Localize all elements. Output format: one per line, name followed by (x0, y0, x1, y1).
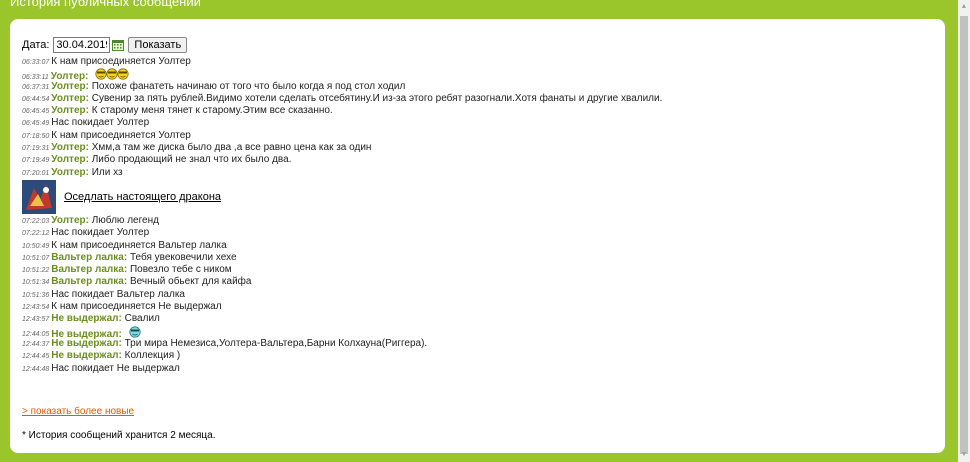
message-row: 07:18:50 К нам присоединяется Уолтер (22, 130, 922, 142)
page-title: История публичных сообщений (10, 0, 201, 9)
message-text: К нам присоединяется Уолтер (51, 129, 191, 141)
message-text: К нам присоединяется Уолтер (51, 56, 191, 67)
message-text: Нас покидает Уолтер (51, 227, 150, 239)
message-time: 12:44:37 (22, 340, 50, 348)
message-time: 12:43:54 (22, 304, 50, 312)
message-time: 10:51:22 (22, 267, 50, 275)
date-filter: Дата: Показать (22, 37, 188, 53)
message-text: Коллекция ) (124, 350, 181, 362)
message-row: 10:51:34 Вальтер лалка: Вечный обьект для… (22, 276, 922, 288)
scroll-thumb[interactable] (960, 16, 968, 454)
retention-note: * История сообщений хранится 2 месяца. (22, 430, 216, 441)
message-row: 12:44:37 Не выдержал: Три мира Немезиса,У… (22, 338, 922, 350)
message-author[interactable]: Уолтер: (51, 154, 89, 165)
message-time: 06:33:07 (22, 59, 50, 66)
message-row: 07:19:31 Уолтер: Хмм,а там же диска было … (22, 142, 922, 154)
message-time: 07:20:01 (22, 169, 50, 177)
message-row: 07:22:12 Нас покидает Уолтер (22, 227, 922, 239)
message-time: 07:19:49 (22, 157, 50, 165)
story-link[interactable]: Оседлать настоящего дракона (64, 191, 221, 203)
message-time: 06:44:54 (22, 95, 50, 103)
message-text: К нам присоединяется Вальтер лалка (51, 239, 227, 251)
message-row: 12:43:54 К нам присоединяется Не выдержал (22, 301, 922, 313)
message-time: 07:22:12 (22, 230, 50, 238)
story-thumbnail[interactable] (22, 179, 56, 214)
message-row: 10:51:36 Нас покидает Вальтер лалка (22, 289, 922, 301)
message-row: 10:50:49 К нам присоединяется Вальтер лал… (22, 240, 922, 252)
message-text: Нас покидает Не выдержал (51, 362, 180, 374)
message-row: 06:33:11 Уолтер: (22, 68, 922, 82)
message-time: 10:51:07 (22, 254, 50, 262)
message-text: Нас покидает Вальтер лалка (51, 288, 185, 300)
message-row: 06:37:31 Уолтер: Похоже фанатеть начинаю … (22, 81, 922, 93)
date-label: Дата: (22, 39, 50, 51)
message-row: 12:44:45 Не выдержал: Коллекция ) (22, 350, 922, 362)
show-button[interactable]: Показать (128, 37, 188, 53)
message-time: 10:50:49 (22, 242, 50, 250)
message-row: 07:20:01 Уолтер: Или хз (22, 167, 922, 179)
message-row: 12:44:48 Нас покидает Не выдержал (22, 363, 922, 375)
message-row: 06:44:54 Уолтер: Сувенир за пять рублей.В… (22, 93, 922, 105)
message-author[interactable]: Уолтер: (51, 167, 89, 178)
message-time: 12:43:57 (22, 316, 50, 324)
history-panel: Дата: Показать 06:33:07К нам присоединяе… (10, 19, 945, 453)
message-text: Повезло тебе с ником (129, 264, 232, 276)
message-text: Сувенир за пять рублей.Видимо хотели сде… (91, 92, 663, 104)
message-text: Три мира Немезиса,Уолтера-Вальтера,Барни… (124, 337, 428, 349)
message-time: 07:18:50 (22, 132, 50, 140)
message-row: 06:33:07 К нам присоединяется Уолтер (22, 56, 922, 68)
message-row: 12:44:05 Не выдержал: (22, 326, 922, 339)
message-row: 06:45:45 Уолтер: К старому меня тянет к с… (22, 105, 922, 117)
message-author[interactable]: Уолтер: (51, 81, 89, 92)
calendar-icon[interactable] (112, 39, 125, 51)
message-text: Либо продающий не знал что их было два. (91, 154, 292, 166)
story-item: Оседлать настоящего дракона (22, 179, 922, 215)
message-text: К нам присоединяется Не выдержал (51, 301, 222, 313)
message-time: 10:51:36 (22, 291, 50, 299)
message-time: 06:37:31 (22, 83, 50, 91)
message-time: 06:45:45 (22, 108, 50, 116)
message-row: 12:43:57 Не выдержал: Свалил (22, 313, 922, 325)
message-time: 12:44:45 (22, 353, 50, 361)
message-author[interactable]: Уолтер: (51, 93, 89, 104)
message-text: Или хз (91, 166, 123, 178)
message-text: Нас покидает Уолтер (51, 117, 150, 129)
message-author[interactable]: Вальтер лалка: (51, 276, 127, 287)
message-time: 06:45:49 (22, 120, 50, 128)
message-text: Тебя увековечили хехе (129, 251, 237, 263)
message-text: Вечный обьект для кайфа (129, 276, 252, 288)
message-author[interactable]: Не выдержал: (51, 313, 122, 324)
message-list: 06:33:07 К нам присоединяется Уолтер 06:33… (22, 56, 922, 375)
message-text: Хмм,а там же диска было два ,а все равно… (91, 142, 372, 154)
page-scrollbar[interactable]: ▲ ▼ (958, 0, 970, 462)
message-row: 10:51:22 Вальтер лалка: Повезло тебе с ни… (22, 264, 922, 276)
message-text: Похоже фанатеть начинаю от того что было… (91, 80, 406, 92)
message-row: 06:45:49 Нас покидает Уолтер (22, 117, 922, 129)
message-text: Свалил (124, 313, 160, 325)
message-author[interactable]: Не выдержал: (51, 350, 122, 361)
date-input[interactable] (53, 37, 111, 53)
scroll-up-icon[interactable]: ▲ (958, 0, 970, 14)
message-row: 07:22:03 Уолтер: Люблю легенд (22, 215, 922, 227)
message-row: 10:51:07 Вальтер лалка: Тебя увековечили … (22, 252, 922, 264)
message-row: 07:19:49 Уолтер: Либо продающий не знал ч… (22, 154, 922, 166)
page-header: История публичных сообщений (0, 0, 960, 14)
message-time: 07:22:03 (22, 217, 50, 225)
message-author[interactable]: Вальтер лалка: (51, 264, 127, 275)
message-author[interactable]: Уолтер: (51, 105, 89, 116)
message-author[interactable]: Вальтер лалка: (51, 252, 127, 263)
message-author[interactable]: Уолтер: (51, 142, 89, 153)
message-author[interactable]: Уолтер: (51, 215, 89, 226)
message-text: Люблю легенд (91, 214, 159, 226)
message-text: К старому меня тянет к старому.Этим все … (91, 105, 333, 117)
show-newer-link[interactable]: > показать более новые (22, 406, 134, 417)
scroll-down-icon[interactable]: ▼ (958, 448, 970, 462)
message-time: 10:51:34 (22, 279, 50, 287)
message-time: 07:19:31 (22, 145, 50, 153)
message-author[interactable]: Не выдержал: (51, 338, 122, 349)
message-time: 12:44:48 (22, 365, 50, 373)
